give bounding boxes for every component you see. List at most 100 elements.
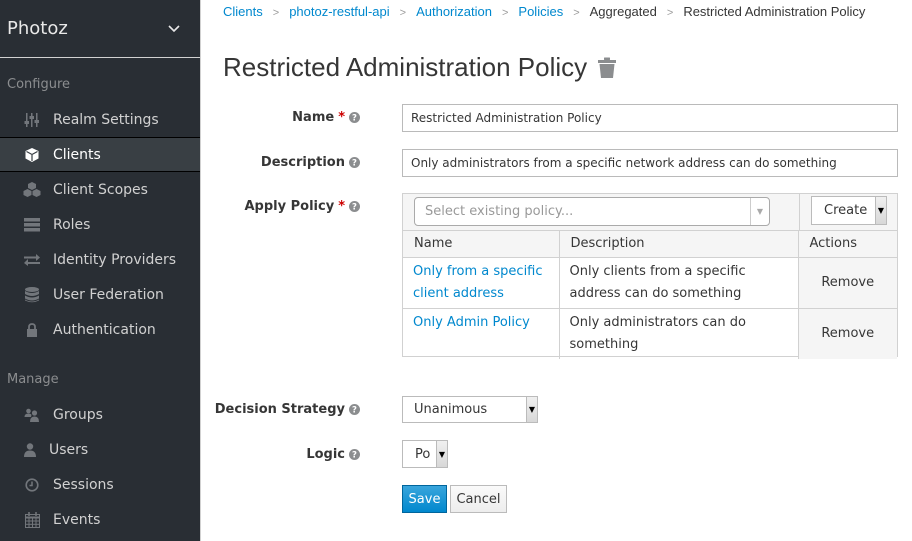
cube-icon (22, 147, 42, 163)
sidebar-item-label: Authentication (53, 321, 156, 338)
sidebar: Photoz Configure Realm Settings Clients … (0, 0, 200, 541)
sidebar-item-label: Identity Providers (53, 251, 177, 268)
column-header-actions: Actions (798, 231, 897, 258)
caret-down-icon: ▼ (875, 197, 886, 224)
required-marker: * (338, 110, 345, 125)
help-icon[interactable]: ? (349, 449, 360, 460)
create-label: Create (824, 203, 868, 218)
policy-toolbar: Select existing policy... ▼ Create ▼ (403, 194, 897, 231)
sidebar-item-client-scopes[interactable]: Client Scopes (0, 172, 200, 207)
breadcrumb: Clients > photoz-restful-api > Authorization… (223, 4, 865, 19)
sidebar-item-sessions[interactable]: Sessions (0, 467, 200, 502)
users-icon (22, 408, 42, 422)
column-header-description: Description (559, 231, 799, 258)
breadcrumb-clients[interactable]: Clients (223, 4, 263, 19)
svg-text:?: ? (352, 406, 357, 415)
breadcrumb-authorization[interactable]: Authorization (416, 4, 492, 19)
help-icon[interactable]: ? (349, 112, 360, 123)
logic-select[interactable]: Po ▼ (402, 440, 448, 468)
list-icon (22, 217, 42, 232)
realm-selector[interactable]: Photoz (0, 0, 200, 58)
sidebar-item-user-federation[interactable]: User Federation (0, 277, 200, 312)
sidebar-item-realm-settings[interactable]: Realm Settings (0, 102, 200, 137)
breadcrumb-separator: > (272, 7, 280, 19)
svg-text:?: ? (352, 159, 357, 168)
decision-strategy-select[interactable]: Unanimous ▼ (402, 396, 538, 423)
decision-strategy-label: Decision Strategy ? (215, 402, 360, 417)
table-row: Only from a specific client address Only… (403, 257, 897, 309)
chevron-down-icon (168, 21, 180, 37)
sidebar-item-label: Events (53, 511, 101, 528)
policies-table: Name Description Actions Only from a spe… (403, 231, 897, 359)
help-icon[interactable]: ? (349, 157, 360, 168)
sidebar-item-events[interactable]: Events (0, 502, 200, 537)
svg-text:?: ? (352, 203, 357, 212)
svg-text:?: ? (352, 451, 357, 460)
database-icon (22, 286, 42, 303)
cubes-icon (22, 181, 42, 198)
description-input[interactable]: Only administrators from a specific netw… (402, 149, 898, 177)
svg-text:?: ? (352, 114, 357, 123)
apply-policy-label: Apply Policy * ? (244, 199, 360, 214)
help-icon[interactable]: ? (349, 201, 360, 212)
table-row: Only Admin Policy Only administrators ca… (403, 308, 897, 359)
realm-name: Photoz (7, 18, 68, 39)
save-button[interactable]: Save (402, 485, 447, 513)
sidebar-item-authentication[interactable]: Authentication (0, 312, 200, 347)
breadcrumb-current: Restricted Administration Policy (683, 4, 866, 19)
clock-icon (22, 477, 42, 492)
sidebar-item-identity-providers[interactable]: Identity Providers (0, 242, 200, 277)
sidebar-item-label: Groups (53, 406, 103, 423)
policy-name-cell: Only Admin Policy (403, 308, 560, 359)
apply-policy-panel: Select existing policy... ▼ Create ▼ Nam… (402, 193, 898, 359)
policy-description-cell: Only administrators can do something (559, 308, 799, 359)
column-header-name: Name (403, 231, 560, 258)
trash-icon[interactable] (597, 57, 617, 79)
sidebar-item-users[interactable]: Users (0, 432, 200, 467)
description-label-text: Description (260, 155, 345, 170)
lock-icon (22, 322, 42, 337)
page-title: Restricted Administration Policy (223, 52, 617, 83)
sliders-icon (22, 112, 42, 128)
remove-button[interactable]: Remove (798, 257, 897, 309)
user-icon (20, 442, 40, 457)
breadcrumb-separator: > (399, 7, 407, 19)
breadcrumb-separator: > (501, 7, 509, 19)
name-input[interactable]: Restricted Administration Policy (402, 104, 898, 132)
breadcrumb-policies[interactable]: Policies (518, 4, 563, 19)
caret-down-icon: ▼ (526, 397, 537, 422)
breadcrumb-separator: > (666, 7, 674, 19)
policy-name-cell: Only from a specific client address (403, 257, 560, 309)
sidebar-item-label: Roles (53, 216, 91, 233)
logic-label: Logic ? (306, 447, 360, 462)
sidebar-item-label: Sessions (53, 476, 114, 493)
policy-link[interactable]: Only Admin Policy (413, 315, 530, 330)
logic-label-text: Logic (306, 447, 345, 462)
sidebar-item-clients[interactable]: Clients (0, 137, 200, 172)
cancel-button[interactable]: Cancel (450, 485, 507, 513)
sidebar-item-roles[interactable]: Roles (0, 207, 200, 242)
breadcrumb-aggregated: Aggregated (589, 4, 657, 19)
exchange-icon (22, 253, 42, 266)
remove-button[interactable]: Remove (798, 308, 897, 359)
sidebar-item-groups[interactable]: Groups (0, 397, 200, 432)
divider (799, 194, 800, 231)
caret-down-icon: ▼ (436, 441, 447, 467)
policy-link[interactable]: Only from a specific client address (413, 264, 543, 301)
page-title-text: Restricted Administration Policy (223, 52, 588, 82)
apply-policy-label-text: Apply Policy (244, 199, 335, 214)
name-label: Name * ? (292, 110, 360, 125)
select-existing-policy[interactable]: Select existing policy... ▼ (414, 197, 770, 226)
help-icon[interactable]: ? (349, 404, 360, 415)
breadcrumb-client[interactable]: photoz-restful-api (289, 4, 389, 19)
table-header-row: Name Description Actions (403, 231, 897, 258)
logic-value: Po (415, 446, 431, 462)
required-marker: * (338, 199, 345, 214)
name-label-text: Name (292, 110, 335, 125)
create-policy-button[interactable]: Create ▼ (811, 196, 887, 225)
decision-strategy-value: Unanimous (414, 402, 488, 417)
sidebar-item-label: Users (49, 441, 89, 458)
section-manage: Manage (7, 371, 59, 387)
main-content: Clients > photoz-restful-api > Authorization… (200, 0, 912, 541)
description-label: Description ? (261, 155, 360, 170)
